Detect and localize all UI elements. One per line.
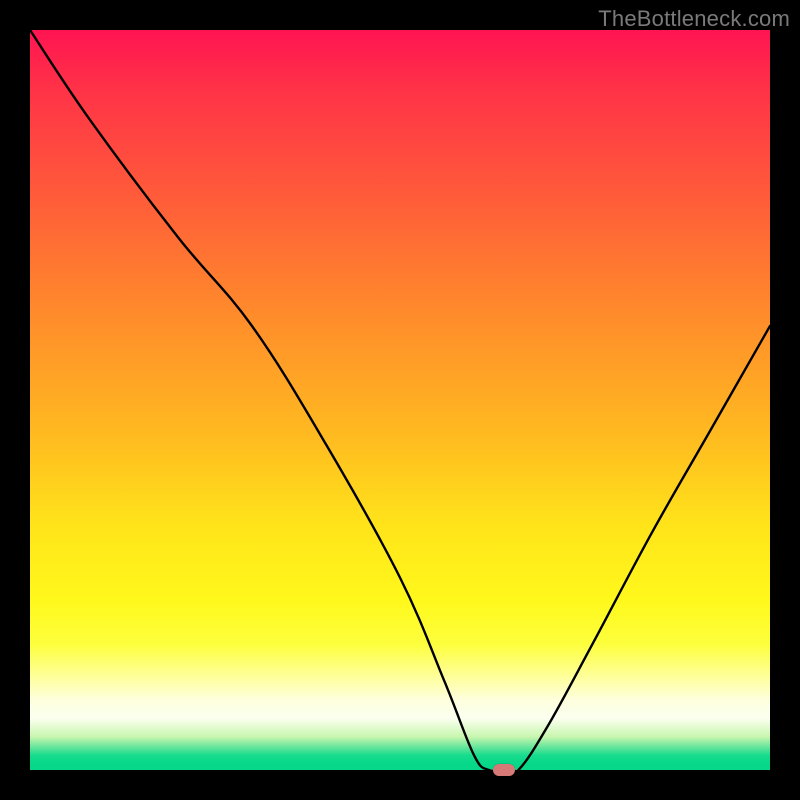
bottleneck-curve (30, 30, 770, 770)
optimal-marker (493, 764, 515, 776)
plot-area (30, 30, 770, 770)
curve-path (30, 30, 770, 770)
watermark-text: TheBottleneck.com (598, 6, 790, 32)
chart-frame: TheBottleneck.com (0, 0, 800, 800)
